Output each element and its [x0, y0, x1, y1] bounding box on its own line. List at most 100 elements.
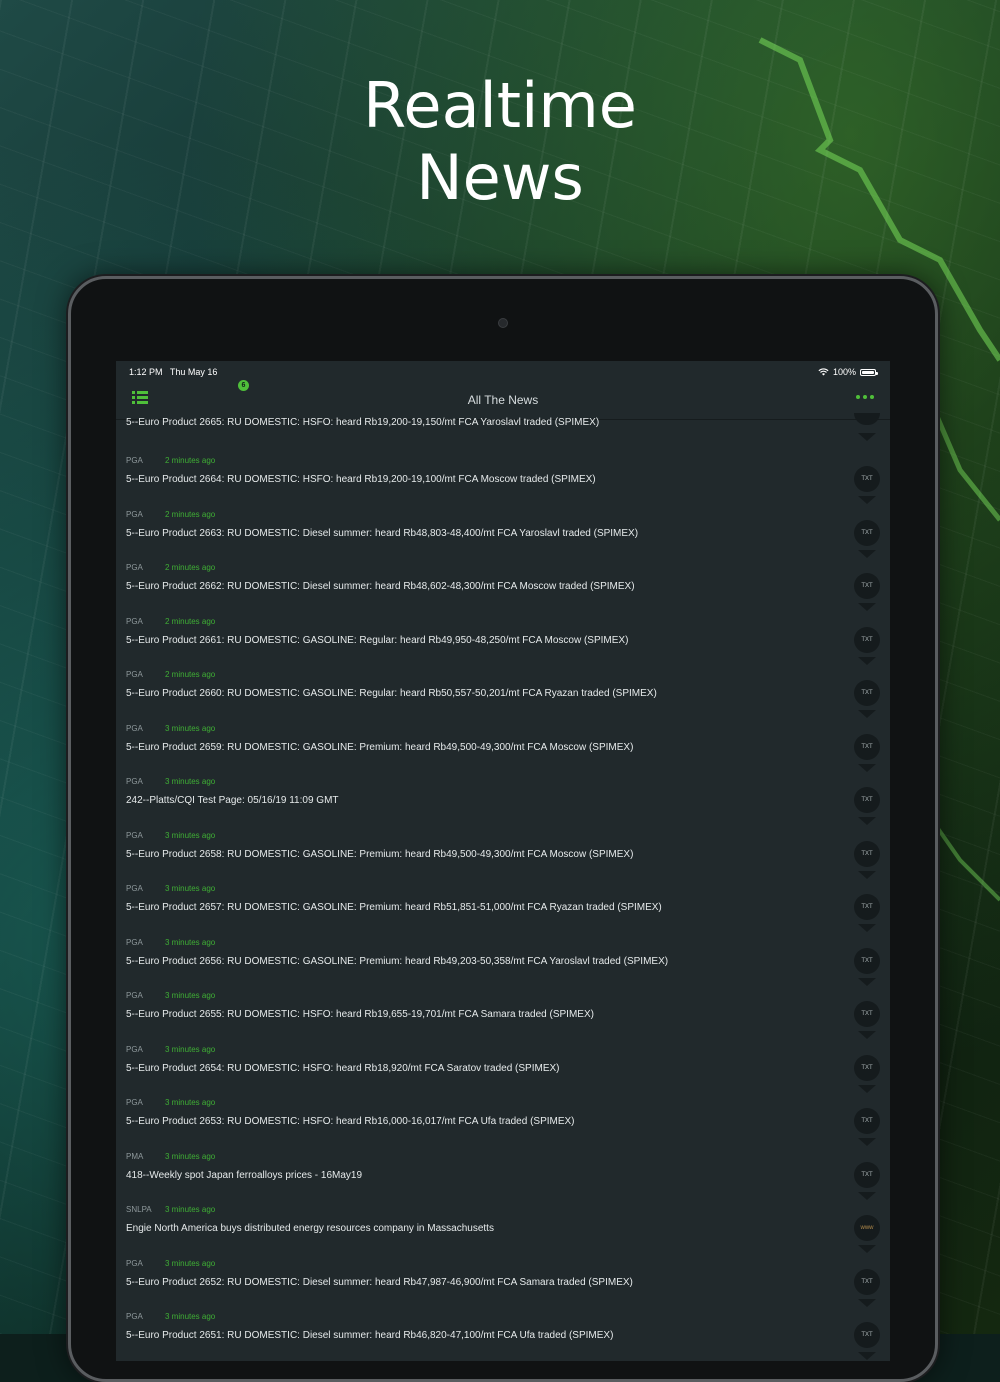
news-meta: PGA 3 minutes ago — [126, 938, 215, 947]
web-type-button[interactable]: www — [854, 1215, 880, 1241]
more-dots-icon[interactable] — [856, 395, 874, 399]
text-type-button[interactable]: TXT — [854, 947, 880, 974]
news-source: PGA — [126, 670, 143, 679]
news-age: 3 minutes ago — [165, 1205, 216, 1214]
news-meta: PGA 2 minutes ago — [126, 670, 215, 679]
news-age: 3 minutes ago — [165, 777, 216, 786]
list-item[interactable]: PGA 3 minutes ago 5--Euro Product 2654: RU… — [116, 1038, 890, 1093]
news-age: 3 minutes ago — [165, 1312, 216, 1321]
hero-title-line2: News — [416, 141, 584, 214]
news-meta: PGA 3 minutes ago — [126, 884, 215, 893]
news-meta: PGA 2 minutes ago — [126, 456, 215, 465]
chevron-down-icon — [858, 1352, 876, 1360]
news-headline: 5--Euro Product 2657: RU DOMESTIC: GASOL… — [126, 902, 662, 913]
notification-badge: 6 — [238, 380, 249, 391]
news-meta: PGA 3 minutes ago — [126, 1045, 215, 1054]
news-source: PGA — [126, 723, 143, 733]
news-source: PGA — [126, 509, 143, 519]
news-age: 3 minutes ago — [165, 937, 216, 947]
news-meta: PGA 3 minutes ago — [126, 1098, 215, 1107]
news-source: PGA — [126, 616, 143, 626]
list-item[interactable]: PMA 3 minutes ago 418--Weekly spot Japan f… — [116, 1145, 890, 1200]
news-headline: 5--Euro Product 2653: RU DOMESTIC: HSFO:… — [126, 1116, 575, 1127]
text-type-button[interactable]: TXT — [854, 840, 880, 867]
news-age: 2 minutes ago — [165, 616, 216, 626]
list-item[interactable]: 5--Euro Product 2665: RU DOMESTIC: HSFO:… — [116, 413, 890, 449]
news-source: PGA — [126, 1312, 143, 1321]
news-age: 2 minutes ago — [165, 670, 216, 679]
list-item[interactable]: PGA 2 minutes ago 5--Euro Product 2663: RU… — [116, 503, 890, 558]
type-button[interactable] — [854, 413, 880, 425]
text-type-button[interactable]: TXT — [854, 894, 880, 920]
news-age: 3 minutes ago — [165, 1098, 216, 1107]
hero-title-line1: Realtime — [363, 69, 637, 142]
battery-percent: 100% — [832, 367, 856, 377]
text-type-button[interactable]: TXT — [854, 1161, 880, 1188]
list-item[interactable]: PGA 3 minutes ago 5--Euro Product 2659: RU… — [116, 717, 890, 772]
list-item[interactable]: PGA 3 minutes ago 5--Euro Product 2651: RU… — [116, 1305, 890, 1360]
news-source: SNLPA — [126, 1205, 152, 1214]
news-age: 2 minutes ago — [165, 456, 216, 465]
news-headline: 5--Euro Product 2651: RU DOMESTIC: Diese… — [126, 1330, 614, 1341]
list-item[interactable]: PGA 3 minutes ago 5--Euro Product 2653: RU… — [116, 1091, 890, 1146]
text-type-button[interactable]: TXT — [854, 1268, 880, 1295]
news-source: PGA — [126, 1044, 143, 1054]
news-source: PGA — [126, 1098, 143, 1107]
news-meta: PMA 3 minutes ago — [126, 1152, 215, 1161]
news-headline: 5--Euro Product 2664: RU DOMESTIC: HSFO:… — [126, 474, 596, 485]
list-item[interactable]: PGA 2 minutes ago 5--Euro Product 2664: RU… — [116, 449, 890, 504]
news-source: PMA — [126, 1151, 144, 1161]
news-age: 2 minutes ago — [165, 509, 216, 519]
text-type-button[interactable]: TXT — [854, 733, 880, 760]
text-type-button[interactable]: TXT — [854, 519, 880, 546]
news-meta: PGA 2 minutes ago — [126, 563, 215, 572]
news-source: PGA — [126, 563, 143, 572]
app-screen: 1:12 PM Thu May 16 100% 6 All The News 5… — [116, 361, 890, 1361]
list-item[interactable]: PGA 3 minutes ago 5--Euro Product 2652: RU… — [116, 1252, 890, 1307]
news-meta: PGA 3 minutes ago — [126, 991, 215, 1000]
news-headline: 5--Euro Product 2659: RU DOMESTIC: GASOL… — [126, 741, 634, 753]
list-item[interactable]: PGA 3 minutes ago 5--Euro Product 2655: RU… — [116, 984, 890, 1039]
news-headline: 242--Platts/CQI Test Page: 05/16/19 11:0… — [126, 795, 339, 806]
text-type-button[interactable]: TXT — [854, 1108, 880, 1134]
text-type-button[interactable]: TXT — [854, 680, 880, 706]
list-item[interactable]: PGA 2 minutes ago 5--Euro Product 2660: RU… — [116, 663, 890, 718]
news-age: 3 minutes ago — [165, 991, 216, 1000]
list-item[interactable]: PGA 3 minutes ago 5--Euro Product 2656: RU… — [116, 931, 890, 986]
hero-title: Realtime News — [0, 70, 1000, 214]
text-type-button[interactable]: TXT — [854, 1322, 880, 1348]
news-source: PGA — [126, 830, 143, 840]
text-type-button[interactable]: TXT — [854, 466, 880, 492]
news-headline: 5--Euro Product 2658: RU DOMESTIC: GASOL… — [126, 848, 634, 860]
list-item[interactable]: PGA 3 minutes ago 5--Euro Product 2657: RU… — [116, 877, 890, 932]
list-item[interactable]: PGA 3 minutes ago 5--Euro Product 2658: RU… — [116, 824, 890, 879]
news-source: PGA — [126, 884, 143, 893]
news-age: 3 minutes ago — [165, 884, 216, 893]
list-item[interactable]: PGA 2 minutes ago 5--Euro Product 2661: RU… — [116, 610, 890, 665]
text-type-button[interactable]: TXT — [854, 1054, 880, 1081]
battery-icon — [860, 368, 878, 376]
news-meta: PGA 3 minutes ago — [126, 1312, 215, 1321]
news-list: 5--Euro Product 2665: RU DOMESTIC: HSFO:… — [116, 413, 890, 1360]
text-type-button[interactable]: TXT — [854, 626, 880, 653]
news-headline: 418--Weekly spot Japan ferroalloys price… — [126, 1169, 363, 1181]
list-item[interactable]: PGA 2 minutes ago 5--Euro Product 2662: RU… — [116, 556, 890, 611]
news-age: 3 minutes ago — [165, 830, 216, 840]
camera-icon — [498, 318, 508, 328]
news-headline: 5--Euro Product 2654: RU DOMESTIC: HSFO:… — [126, 1062, 560, 1074]
news-headline: 5--Euro Product 2661: RU DOMESTIC: GASOL… — [126, 634, 629, 646]
list-item[interactable]: SNLPA 3 minutes ago Engie North America bu… — [116, 1198, 890, 1253]
news-age: 3 minutes ago — [165, 1151, 216, 1161]
news-headline: 5--Euro Product 2663: RU DOMESTIC: Diese… — [126, 527, 639, 539]
news-source: PGA — [126, 937, 143, 947]
text-type-button[interactable]: TXT — [854, 1001, 880, 1027]
news-headline: Engie North America buys distributed ene… — [126, 1223, 494, 1234]
news-source: PGA — [126, 1258, 143, 1268]
text-type-button[interactable]: TXT — [854, 573, 880, 599]
news-meta: PGA 3 minutes ago — [126, 1259, 215, 1268]
news-meta: PGA 3 minutes ago — [126, 777, 215, 786]
list-item[interactable]: PGA 3 minutes ago 242--Platts/CQI Test Pag… — [116, 770, 890, 825]
text-type-button[interactable]: TXT — [854, 787, 880, 813]
news-headline: 5--Euro Product 2662: RU DOMESTIC: Diese… — [126, 581, 635, 592]
wifi-icon — [818, 368, 829, 376]
